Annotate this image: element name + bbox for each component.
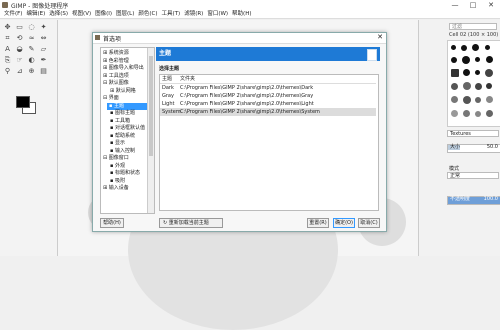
ok-button[interactable]: 确定(O)	[333, 218, 355, 228]
theme-panel-icon	[367, 49, 377, 61]
color-picker-icon[interactable]: ⚲	[3, 67, 12, 76]
preferences-dialog: 首选项 ✕ ⊞ 系统资源 ⊞ 色彩管理 ⊞ 图像导入和导出 ⊞ 工具选项 ⊟ 默…	[92, 32, 387, 232]
eraser-icon[interactable]: ▱	[39, 45, 48, 54]
opacity-value: 100.0	[483, 196, 498, 202]
lasso-icon[interactable]: ◌	[27, 23, 36, 32]
theme-table[interactable]: 主题 文件夹 Dark C:\Program Files\GIMP 2\shar…	[159, 74, 379, 211]
tree-item[interactable]: ⊞ 图像导入和导出	[103, 65, 144, 73]
cancel-button[interactable]: 取消(C)	[358, 218, 380, 228]
text-tool-icon[interactable]: A	[3, 45, 12, 54]
brush-tag-dropdown[interactable]: Textures	[447, 130, 499, 137]
menu-view[interactable]: 视图(V)	[72, 10, 91, 19]
opacity-slider[interactable]: 不透明度 100.0	[447, 196, 500, 205]
dodge-icon[interactable]: ◐	[27, 56, 36, 65]
flip-icon[interactable]: ⇔	[39, 34, 48, 43]
tree-item[interactable]: ▪ 吸附	[110, 178, 125, 186]
foreground-color-swatch[interactable]	[16, 96, 30, 108]
menu-windows[interactable]: 窗口(W)	[207, 10, 228, 19]
dialog-close-button[interactable]: ✕	[377, 33, 383, 41]
toolbox: ✥ ▭ ◌ ✦ ⌗ ⟲ ≈ ⇔ A ◒ ✎ ▱ ⎘ ☞ ◐ ✒ ⚲ ⊿ ⊕ ▤	[0, 20, 58, 256]
tree-item[interactable]: ⊞ 默认网格	[110, 88, 136, 96]
bucket-fill-icon[interactable]: ◒	[15, 45, 24, 54]
table-row-selected[interactable]: System C:\Program Files\GIMP 2\share\gim…	[160, 108, 376, 116]
menu-bar: 文件(F) 编辑(E) 选择(S) 视图(V) 图像(I) 图层(L) 颜色(C) 工具(T)…	[0, 10, 500, 19]
reset-button[interactable]: 重置(R)	[307, 218, 329, 228]
menu-edit[interactable]: 编辑(E)	[26, 10, 45, 19]
tree-item[interactable]: ▪ 工具箱	[110, 118, 130, 126]
help-button[interactable]: 帮助(H)	[100, 218, 124, 228]
warp-icon[interactable]: ≈	[27, 34, 36, 43]
opacity-label: 不透明度	[450, 196, 471, 202]
gradient-icon[interactable]: ▤	[39, 67, 48, 76]
tree-item[interactable]: ⊞ 输入设备	[103, 185, 129, 193]
tree-item[interactable]: ▪ 输入控制	[110, 148, 135, 156]
tree-item[interactable]: ▪ 标题和状态	[110, 170, 140, 178]
menu-colors[interactable]: 颜色(C)	[138, 10, 157, 19]
tree-item[interactable]: ⊞ 系统资源	[103, 50, 129, 58]
tree-item[interactable]: ⊞ 工具选项	[103, 73, 129, 81]
tree-scrollbar[interactable]	[147, 48, 154, 213]
menu-tools[interactable]: 工具(T)	[162, 10, 181, 19]
brush-grid[interactable]	[447, 40, 500, 127]
tree-item-selected[interactable]: ▪ 主题	[107, 102, 147, 110]
table-header: 主题 文件夹	[160, 75, 376, 84]
brush-filter-input[interactable]: 过滤	[449, 23, 497, 30]
minimize-button[interactable]: —	[446, 0, 464, 10]
theme-panel: 主题 选择主题 主题 文件夹 Dark C:\Program Files\GIM…	[156, 47, 380, 212]
move-tool-icon[interactable]: ✥	[3, 23, 12, 32]
tree-item[interactable]: ▪ 外观	[110, 163, 125, 171]
current-brush-label: Cell 02 (100 × 100)	[449, 32, 499, 38]
path-icon[interactable]: ✒	[39, 56, 48, 65]
table-row[interactable]: Dark C:\Program Files\GIMP 2\share\gimp\…	[160, 84, 376, 92]
tree-item[interactable]: ▪ 图标主题	[110, 110, 135, 118]
gimp-logo-icon	[2, 2, 8, 8]
measure-icon[interactable]: ⊿	[15, 67, 24, 76]
panel-header: 主题	[156, 47, 380, 61]
crop-icon[interactable]: ⌗	[3, 34, 12, 43]
tree-item[interactable]: ⊞ 色彩管理	[103, 58, 129, 66]
size-value: 50.0	[486, 144, 498, 150]
mode-label: 模式	[449, 166, 460, 172]
dialog-title: 首选项	[103, 36, 122, 43]
menu-layer[interactable]: 图层(L)	[116, 10, 134, 19]
menu-image[interactable]: 图像(I)	[95, 10, 112, 19]
table-row[interactable]: Light C:\Program Files\GIMP 2\share\gimp…	[160, 100, 376, 108]
size-slider[interactable]: 大小 50.0	[447, 144, 500, 153]
tree-item[interactable]: ⊟ 图像窗口	[103, 155, 129, 163]
fuzzy-select-icon[interactable]: ✦	[39, 23, 48, 32]
menu-select[interactable]: 选择(S)	[49, 10, 68, 19]
tree-item[interactable]: ▪ 帮助系统	[110, 133, 135, 141]
maximize-button[interactable]: □	[464, 0, 482, 10]
tree-scrollbar-thumb[interactable]	[149, 56, 153, 156]
menu-help[interactable]: 帮助(H)	[232, 10, 251, 19]
paintbrush-icon[interactable]: ✎	[27, 45, 36, 54]
window-title: GIMP - 图像处理程序	[11, 3, 69, 10]
tree-item[interactable]: ▪ 对话框默认值	[110, 125, 145, 133]
tree-item[interactable]: ⊟ 默认图像	[103, 80, 129, 88]
table-row[interactable]: Gray C:\Program Files\GIMP 2\share\gimp\…	[160, 92, 376, 100]
tree-item[interactable]: ▪ 显示	[110, 140, 125, 148]
close-button[interactable]: ✕	[482, 0, 500, 10]
clone-icon[interactable]: ⎘	[3, 56, 12, 65]
zoom-icon[interactable]: ⊕	[27, 67, 36, 76]
section-label: 选择主题	[159, 66, 180, 72]
tree-item[interactable]: ⊟ 界面	[103, 95, 119, 103]
reload-theme-button[interactable]: ↻ 重新加载当前主题	[159, 218, 223, 228]
menu-filters[interactable]: 滤镜(R)	[184, 10, 203, 19]
transform-icon[interactable]: ⟲	[15, 34, 24, 43]
title-bar: GIMP - 图像处理程序 — □ ✕	[0, 0, 500, 10]
size-label: 大小	[450, 144, 461, 150]
preferences-tree[interactable]: ⊞ 系统资源 ⊞ 色彩管理 ⊞ 图像导入和导出 ⊞ 工具选项 ⊟ 默认图像 ⊞ …	[100, 47, 155, 214]
right-dock: 过滤 Cell 02 (100 × 100) Textures 大小 50.0 …	[418, 20, 500, 256]
menu-file[interactable]: 文件(F)	[4, 10, 22, 19]
rect-select-icon[interactable]: ▭	[15, 23, 24, 32]
dialog-title-bar: 首选项 ✕	[93, 33, 386, 44]
smudge-icon[interactable]: ☞	[15, 56, 24, 65]
mode-dropdown[interactable]: 正常	[447, 172, 499, 179]
preferences-dialog-icon	[95, 35, 100, 40]
